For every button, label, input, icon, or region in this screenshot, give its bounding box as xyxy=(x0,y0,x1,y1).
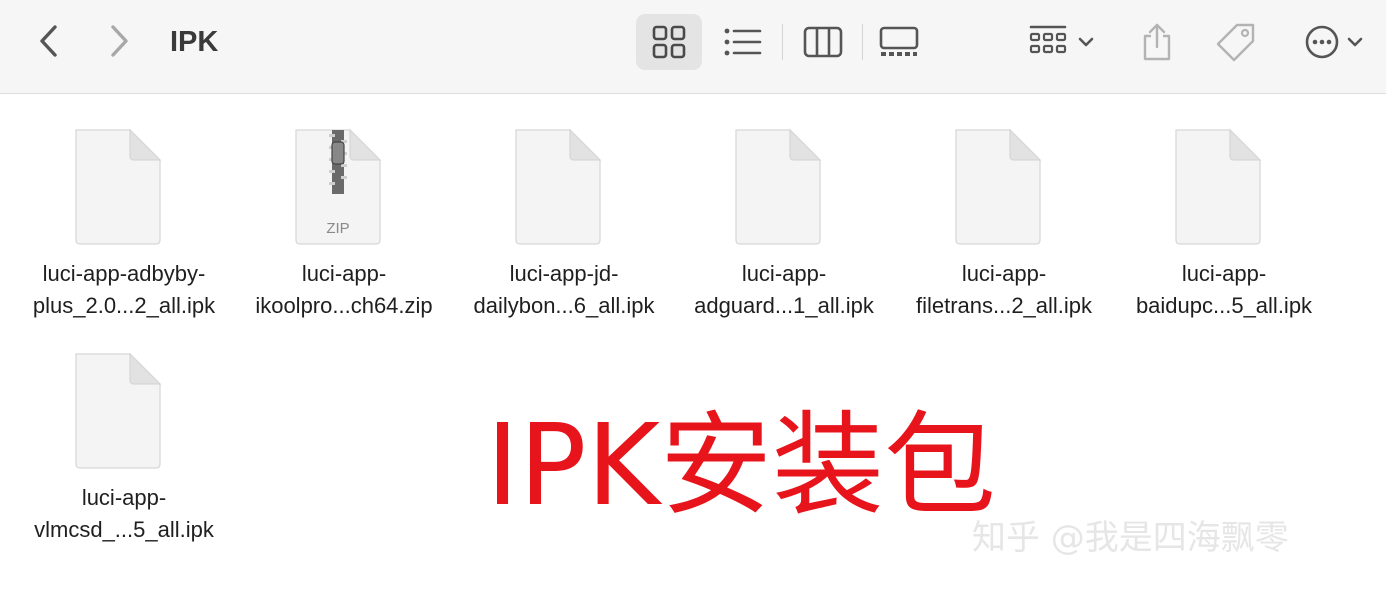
back-button[interactable] xyxy=(28,20,70,62)
chevron-left-icon xyxy=(40,25,57,57)
file-item[interactable]: luci-app-jd- dailybon...6_all.ipk xyxy=(454,126,674,336)
tag-icon xyxy=(1216,23,1255,62)
list-icon xyxy=(724,28,762,56)
icon-grid-icon xyxy=(652,25,686,59)
file-item[interactable]: luci-app-adbyby- plus_2.0...2_all.ipk xyxy=(14,126,234,336)
gallery-icon xyxy=(879,26,919,56)
file-item[interactable]: luci-app- baidupc...5_all.ipk xyxy=(1114,126,1334,336)
document-icon xyxy=(1175,128,1262,245)
share-button[interactable] xyxy=(1132,14,1182,70)
document-icon xyxy=(75,352,162,469)
file-name: luci-app- ikoolpro...ch64.zip xyxy=(255,261,433,318)
toolbar: IPK xyxy=(0,0,1386,94)
file-item[interactable]: ZIP luci-app- ikoolpro...ch64.zip xyxy=(234,126,454,336)
document-icon xyxy=(515,128,602,245)
chevron-right-icon xyxy=(111,25,128,57)
file-name: luci-app- adguard...1_all.ipk xyxy=(694,261,874,318)
window-title: IPK xyxy=(170,26,219,58)
svg-text:ZIP: ZIP xyxy=(326,220,349,237)
group-by-button[interactable] xyxy=(1020,14,1104,70)
gallery-view-button[interactable] xyxy=(870,14,928,70)
file-name: luci-app- baidupc...5_all.ipk xyxy=(1135,261,1313,318)
tag-button[interactable] xyxy=(1208,14,1264,70)
file-name: luci-app-jd- dailybon...6_all.ipk xyxy=(473,261,655,318)
columns-icon xyxy=(803,26,843,58)
chevron-down-icon xyxy=(1078,37,1094,47)
list-view-button[interactable] xyxy=(714,14,772,70)
chevron-down-icon xyxy=(1347,37,1363,47)
file-name: luci-app-adbyby- plus_2.0...2_all.ipk xyxy=(32,261,216,318)
icon-view-button[interactable] xyxy=(636,14,702,70)
toolbar-divider xyxy=(862,24,863,60)
document-icon xyxy=(735,128,822,245)
watermark: 知乎 @我是四海飘零 xyxy=(972,518,1289,558)
zip-archive-icon: ZIP xyxy=(295,128,382,245)
finder-window: IPK luci-app-adbyby- plus_2.0...2_all.ip… xyxy=(0,0,1386,596)
ellipsis-circle-icon xyxy=(1305,25,1339,59)
file-item[interactable]: luci-app- filetrans...2_all.ipk xyxy=(894,126,1114,336)
more-actions-button[interactable] xyxy=(1294,14,1374,70)
file-name: luci-app- vlmcsd_...5_all.ipk xyxy=(34,485,214,542)
file-name: luci-app- filetrans...2_all.ipk xyxy=(915,261,1093,318)
group-grid-icon xyxy=(1029,25,1067,54)
column-view-button[interactable] xyxy=(794,14,852,70)
overlay-title: IPK安装包 xyxy=(486,401,997,531)
document-icon xyxy=(955,128,1042,245)
file-item[interactable]: luci-app- vlmcsd_...5_all.ipk xyxy=(14,350,234,560)
forward-button[interactable] xyxy=(98,20,140,62)
document-icon xyxy=(75,128,162,245)
toolbar-divider xyxy=(782,24,783,60)
file-item[interactable]: luci-app- adguard...1_all.ipk xyxy=(674,126,894,336)
share-icon xyxy=(1143,23,1171,61)
